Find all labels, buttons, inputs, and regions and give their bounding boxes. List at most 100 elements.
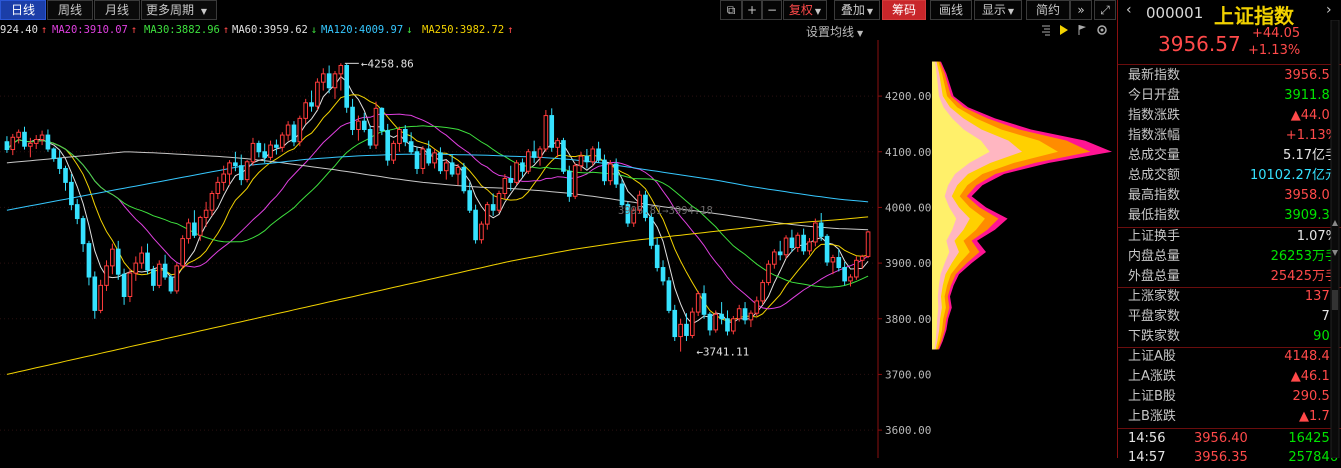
chart-grid bbox=[0, 95, 875, 431]
arrow-up-icon: ↑ bbox=[130, 24, 138, 36]
ma-settings-dropdown[interactable]: 设置均线 ▼ bbox=[806, 23, 863, 40]
candle-up bbox=[250, 142, 256, 163]
candle-up bbox=[139, 252, 144, 264]
expand-icon[interactable]: » bbox=[1070, 0, 1092, 20]
zoom-out-icon[interactable]: − bbox=[762, 0, 782, 20]
profile-flag-icon[interactable] bbox=[1076, 24, 1088, 36]
candle-up bbox=[432, 152, 437, 164]
candle-up bbox=[783, 237, 789, 256]
crosshair-label: 3995.81→3994.18 bbox=[618, 205, 713, 217]
candle-down bbox=[613, 163, 619, 185]
quote-row: 平盘家数 79 bbox=[1128, 307, 1338, 327]
zoom-in-icon[interactable]: + bbox=[742, 0, 762, 20]
candle-down bbox=[51, 148, 57, 159]
candle-up bbox=[133, 262, 139, 274]
candle-down bbox=[262, 151, 268, 158]
huaxian-button[interactable]: 画线 bbox=[930, 0, 972, 20]
candle-down bbox=[344, 64, 350, 108]
gear-icon[interactable] bbox=[1096, 24, 1108, 36]
period-weekly-button[interactable]: 周线 bbox=[47, 0, 93, 20]
jianyue-button[interactable]: 简约 bbox=[1026, 0, 1070, 20]
profile-color-icon[interactable] bbox=[1058, 24, 1070, 36]
period-daily-button[interactable]: 日线 bbox=[0, 0, 46, 20]
quote-row: 指数涨幅 +1.13% bbox=[1128, 126, 1338, 146]
diejia-dropdown[interactable]: 叠加 ▼ bbox=[834, 0, 880, 20]
candle-up bbox=[443, 162, 449, 172]
candle-up bbox=[813, 222, 818, 243]
candle-up bbox=[174, 265, 180, 292]
tick-time: 14:57 bbox=[1128, 450, 1166, 465]
quote-row: 上涨家数 1371 bbox=[1128, 287, 1338, 307]
tick-price: 3956.40 bbox=[1194, 431, 1248, 446]
candle-down bbox=[233, 162, 238, 167]
quote-label: 平盘家数 bbox=[1128, 309, 1181, 324]
quote-label: 下跌家数 bbox=[1128, 329, 1181, 344]
chouma-button[interactable]: 筹码 bbox=[882, 0, 926, 20]
period-monthly-button[interactable]: 月线 bbox=[94, 0, 140, 20]
candle-down bbox=[22, 131, 27, 147]
chevron-right-icon[interactable]: › bbox=[1326, 2, 1332, 18]
candle-down bbox=[326, 73, 332, 89]
scrollbar[interactable] bbox=[1330, 20, 1340, 458]
quote-panel: ‹ 000001 上证指数 › 3956.57 +44.05 +1.13% 最新… bbox=[1117, 0, 1341, 465]
quote-label: 总成交额 bbox=[1128, 168, 1181, 183]
candle-down bbox=[274, 144, 279, 148]
quote-row: 外盘总量 25425万手 bbox=[1128, 267, 1338, 287]
candle-down bbox=[666, 280, 672, 311]
chevron-down-icon: ▼ bbox=[1007, 7, 1015, 16]
candle-down bbox=[725, 318, 730, 332]
quote-row: 上证换手 1.07% bbox=[1128, 227, 1338, 247]
chevron-down-icon: ▼ bbox=[857, 29, 864, 38]
candle-up bbox=[244, 161, 250, 181]
candle-down bbox=[649, 216, 654, 246]
kline-chart[interactable]: 4200.00 4100.00 4000.00 3900.00 3800.00 3700.… bbox=[0, 40, 1116, 458]
candle-up bbox=[766, 263, 771, 284]
candle-up bbox=[502, 177, 508, 195]
candle-down bbox=[350, 106, 355, 130]
tick-row: 14:57 3956.35 257846 bbox=[1128, 448, 1338, 468]
stock-name: 上证指数 bbox=[1214, 4, 1294, 28]
candle-up bbox=[98, 284, 103, 311]
price-axis: 4200.00 4100.00 4000.00 3900.00 3800.00 3700.… bbox=[877, 40, 931, 458]
candle-up bbox=[180, 238, 185, 267]
fullscreen-icon[interactable]: ⤢ bbox=[1094, 0, 1116, 20]
screenshot-icon[interactable]: ⧉ bbox=[720, 0, 742, 20]
candle-up bbox=[303, 102, 309, 119]
candle-up bbox=[479, 223, 484, 241]
candle-down bbox=[584, 155, 590, 163]
candle-down bbox=[701, 293, 707, 315]
profile-lines-icon[interactable] bbox=[1040, 24, 1052, 36]
quote-label: 内盘总量 bbox=[1128, 249, 1181, 264]
candle-down bbox=[414, 151, 420, 169]
quote-row: 上B涨跌 ▲1.70 bbox=[1128, 407, 1338, 427]
candle-down bbox=[115, 248, 121, 275]
candle-up bbox=[484, 204, 490, 225]
chevron-left-icon[interactable]: ‹ bbox=[1126, 2, 1132, 18]
price-change-pct: +1.13% bbox=[1248, 43, 1301, 58]
candle-up bbox=[391, 142, 396, 161]
candle-down bbox=[402, 128, 408, 143]
fuquan-dropdown[interactable]: 复权 ▼ bbox=[783, 0, 827, 20]
quote-row: 最高指数 3958.03 bbox=[1128, 186, 1338, 206]
candle-up bbox=[807, 241, 812, 252]
ma120-legend: MA120:4009.97 ↓ bbox=[321, 24, 413, 36]
more-periods-label: 更多周期 bbox=[146, 3, 195, 17]
ma-legend-value: MA20:3910.07 bbox=[52, 24, 128, 36]
more-periods-dropdown[interactable]: 更多周期 ▼ bbox=[141, 0, 217, 20]
xianshi-dropdown[interactable]: 显示 ▼ bbox=[974, 0, 1022, 20]
candle-down bbox=[531, 151, 537, 158]
price-change: +44.05 bbox=[1252, 26, 1301, 41]
candle-down bbox=[361, 120, 367, 130]
quote-label: 最高指数 bbox=[1128, 188, 1181, 203]
quote-row: 总成交额 10102.27亿元 bbox=[1128, 166, 1338, 186]
candle-down bbox=[508, 177, 514, 183]
candle-up bbox=[736, 308, 742, 320]
ma-legend-value: MA250:3982.72 bbox=[422, 24, 505, 36]
candle-up bbox=[215, 181, 221, 195]
candle-down bbox=[385, 130, 391, 161]
candle-up bbox=[33, 139, 39, 144]
ma60-legend: MA60:3959.62 ↓ bbox=[232, 24, 317, 36]
chevron-down-icon: ▼ bbox=[814, 7, 822, 16]
candle-down bbox=[69, 181, 74, 206]
candle-up bbox=[397, 128, 402, 144]
